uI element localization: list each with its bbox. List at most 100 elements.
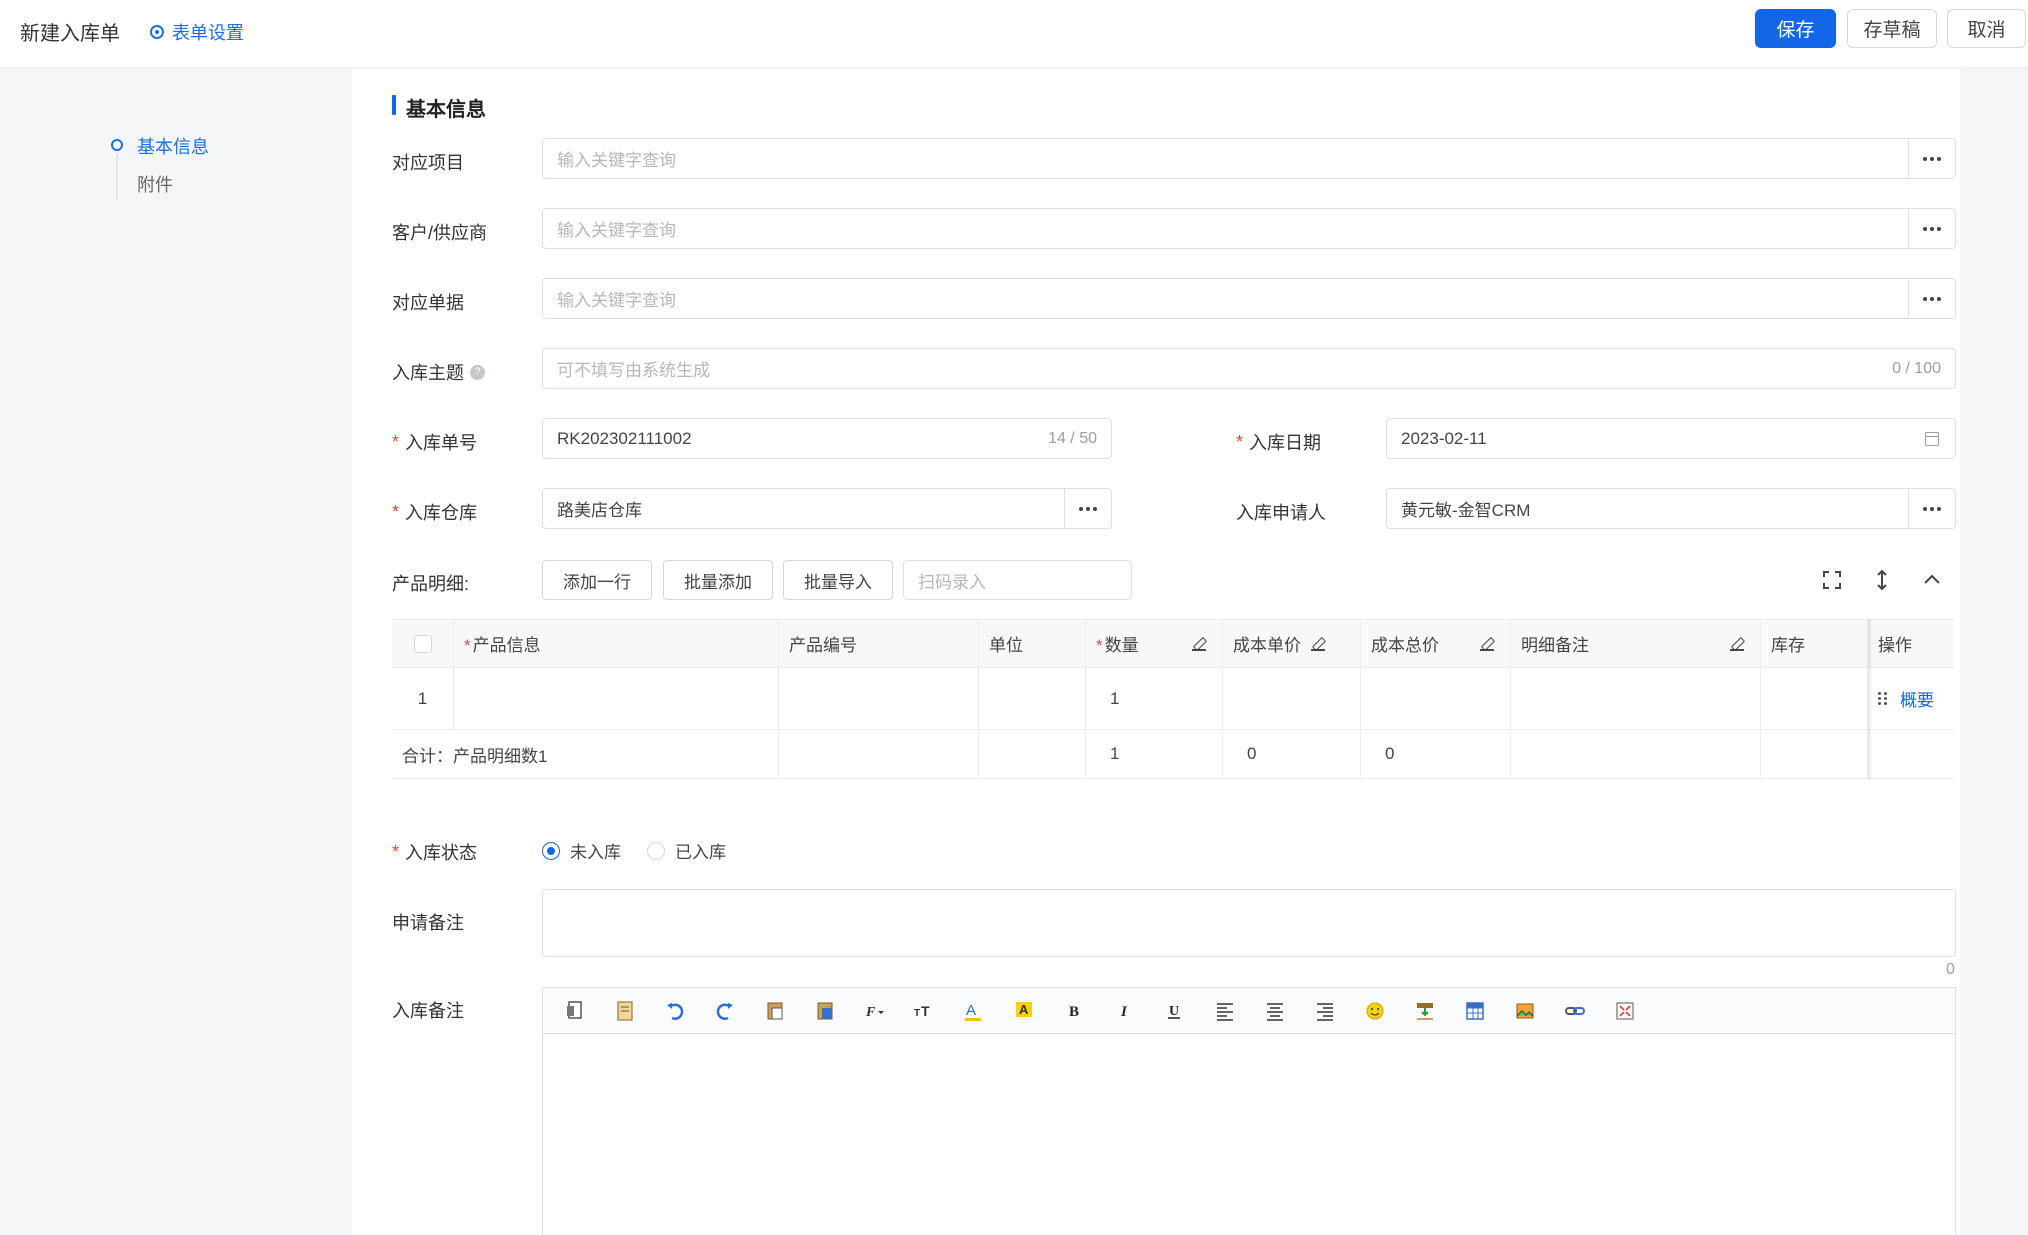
- header-unit: 单位: [979, 620, 1086, 667]
- project-input[interactable]: 输入关键字查询: [543, 146, 1908, 171]
- align-center-icon[interactable]: [1263, 999, 1287, 1023]
- warehouse-field[interactable]: 路美店仓库: [542, 488, 1112, 529]
- project-more-button[interactable]: [1908, 139, 1955, 178]
- redo-icon[interactable]: [713, 999, 737, 1023]
- project-field[interactable]: 输入关键字查询: [542, 138, 1956, 179]
- customer-label: 客户/供应商: [392, 223, 488, 243]
- batch-import-button[interactable]: 批量导入: [783, 560, 893, 600]
- overview-link[interactable]: 概要: [1900, 686, 1934, 711]
- horizontal-rule-icon[interactable]: [1413, 999, 1437, 1023]
- save-button[interactable]: 保存: [1755, 9, 1836, 48]
- stock-note-label: 入库备注: [392, 1001, 464, 1021]
- edit-total-cost-icon[interactable]: [1480, 637, 1494, 651]
- form-settings-link[interactable]: 表单设置: [150, 19, 244, 45]
- paste-word-icon[interactable]: [813, 999, 837, 1023]
- add-row-button[interactable]: 添加一行: [542, 560, 652, 600]
- vertical-resize-icon[interactable]: [1870, 568, 1894, 592]
- drag-handle-icon[interactable]: [1878, 692, 1888, 705]
- customer-more-button[interactable]: [1908, 209, 1955, 248]
- select-all-checkbox[interactable]: [413, 634, 432, 653]
- select-all-cell: [392, 620, 454, 667]
- align-right-icon[interactable]: [1313, 999, 1337, 1023]
- template-icon[interactable]: [613, 999, 637, 1023]
- emoji-icon[interactable]: [1363, 999, 1387, 1023]
- number-label: * 入库单号: [392, 431, 478, 454]
- form-panel: 基本信息 对应项目 输入关键字查询 客户/供应商 输入关键字查询 对应单据 输入…: [352, 69, 1960, 1235]
- bold-icon[interactable]: B: [1063, 999, 1087, 1023]
- editor-toolbar: F TT A A B I U: [543, 988, 1955, 1034]
- header-stock: 库存: [1761, 620, 1868, 667]
- row-unit-cost-cell[interactable]: [1223, 668, 1361, 729]
- status-option-stocked[interactable]: 已入库: [647, 838, 726, 863]
- status-option-not-stocked[interactable]: 未入库: [542, 838, 621, 863]
- radio-unchecked-icon[interactable]: [647, 841, 665, 860]
- edit-unit-cost-icon[interactable]: [1311, 637, 1325, 651]
- apply-note-char-count: 0: [1946, 961, 1955, 978]
- form-settings-label: 表单设置: [172, 23, 244, 43]
- header-product-code: 产品编号: [779, 620, 979, 667]
- subject-field[interactable]: 可不填写由系统生成 0 / 100: [542, 348, 1956, 389]
- collapse-up-icon[interactable]: [1920, 568, 1944, 592]
- row-stock-cell: [1761, 668, 1868, 729]
- svg-text:I: I: [1120, 1004, 1128, 1020]
- date-input[interactable]: 2023-02-11: [1387, 429, 1925, 449]
- edit-quantity-icon[interactable]: [1192, 637, 1206, 651]
- svg-text:T: T: [914, 1008, 920, 1019]
- date-field[interactable]: 2023-02-11: [1386, 418, 1956, 459]
- apply-note-textarea[interactable]: [542, 889, 1956, 957]
- highlight-color-icon[interactable]: A: [1013, 999, 1037, 1023]
- link-icon[interactable]: [1563, 999, 1587, 1023]
- row-quantity-cell[interactable]: 1: [1086, 668, 1223, 729]
- svg-text:U: U: [1169, 1004, 1179, 1019]
- source-code-icon[interactable]: [563, 999, 587, 1023]
- nav-item-basic-info[interactable]: 基本信息: [137, 133, 209, 159]
- row-product-info-cell[interactable]: [454, 668, 779, 729]
- row-total-cost-cell[interactable]: [1361, 668, 1511, 729]
- font-color-icon[interactable]: A: [963, 999, 987, 1023]
- italic-icon[interactable]: I: [1113, 999, 1137, 1023]
- svg-text:T: T: [921, 1003, 930, 1019]
- number-input[interactable]: RK202302111002: [543, 429, 1048, 449]
- document-field[interactable]: 输入关键字查询: [542, 278, 1956, 319]
- customer-field[interactable]: 输入关键字查询: [542, 208, 1956, 249]
- edit-detail-note-icon[interactable]: [1730, 637, 1744, 651]
- paste-icon[interactable]: [763, 999, 787, 1023]
- table-icon[interactable]: [1463, 999, 1487, 1023]
- save-draft-button[interactable]: 存草稿: [1847, 9, 1937, 48]
- warehouse-input[interactable]: 路美店仓库: [543, 496, 1064, 521]
- row-detail-note-cell[interactable]: [1511, 668, 1761, 729]
- warehouse-more-button[interactable]: [1064, 489, 1111, 528]
- applicant-input[interactable]: 黄元敏-金智CRM: [1387, 496, 1908, 521]
- header-quantity: * 数量: [1086, 620, 1223, 667]
- subject-label: 入库主题?: [392, 359, 485, 385]
- section-title: 基本信息: [392, 93, 486, 122]
- help-icon[interactable]: ?: [470, 364, 485, 380]
- font-size-icon[interactable]: TT: [913, 999, 937, 1023]
- font-family-icon[interactable]: F: [863, 999, 887, 1023]
- apply-note-label: 申请备注: [392, 913, 464, 933]
- undo-icon[interactable]: [663, 999, 687, 1023]
- number-field[interactable]: RK202302111002 14 / 50: [542, 418, 1112, 459]
- align-left-icon[interactable]: [1213, 999, 1237, 1023]
- radio-checked-icon[interactable]: [542, 841, 560, 860]
- document-input[interactable]: 输入关键字查询: [543, 286, 1908, 311]
- total-quantity-cell: 1: [1086, 730, 1223, 778]
- document-more-button[interactable]: [1908, 279, 1955, 318]
- scan-input[interactable]: 扫码录入: [904, 568, 1131, 593]
- customer-input[interactable]: 输入关键字查询: [543, 216, 1908, 241]
- underline-icon[interactable]: U: [1163, 999, 1187, 1023]
- applicant-more-button[interactable]: [1908, 489, 1955, 528]
- insert-image-icon[interactable]: [1513, 999, 1537, 1023]
- calendar-icon[interactable]: [1925, 431, 1939, 446]
- batch-add-button[interactable]: 批量添加: [663, 560, 773, 600]
- subject-input[interactable]: 可不填写由系统生成: [543, 356, 1892, 381]
- fullscreen-icon[interactable]: [1820, 568, 1844, 592]
- fullscreen-editor-icon[interactable]: [1613, 999, 1637, 1023]
- nav-item-attachments[interactable]: 附件: [137, 171, 173, 197]
- subject-char-count: 0 / 100: [1892, 359, 1941, 377]
- total-unit-cell: [979, 730, 1086, 778]
- scan-field[interactable]: 扫码录入: [903, 560, 1132, 600]
- cancel-button[interactable]: 取消: [1947, 9, 2026, 48]
- applicant-field[interactable]: 黄元敏-金智CRM: [1386, 488, 1956, 529]
- gear-icon: [150, 25, 164, 39]
